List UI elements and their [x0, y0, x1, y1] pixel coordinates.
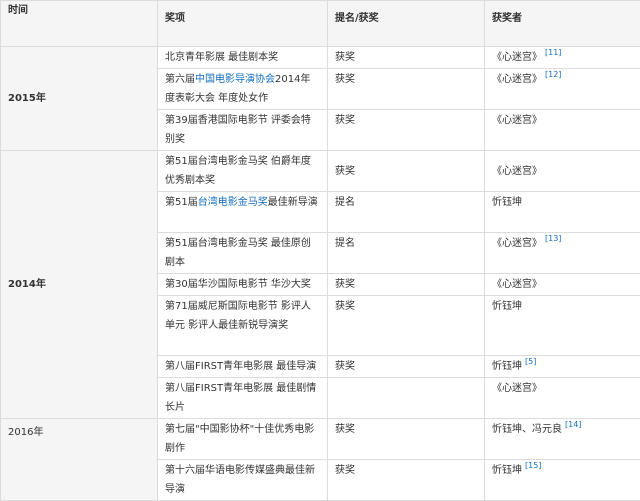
winner-cell: 忻钰坤 [485, 192, 640, 233]
winner-cell: 忻钰坤、冯元良[14] [485, 419, 640, 460]
award-text: 第十六届华语电影传媒盛典最佳新导演 [165, 465, 315, 495]
award-cell: 第51届台湾电影金马奖 最佳原创剧本 [158, 233, 328, 274]
reference-link[interactable]: [5] [525, 357, 536, 366]
status-cell: 获奖 [328, 151, 485, 192]
award-cell: 北京青年影展 最佳剧本奖 [158, 47, 328, 69]
award-text: 第71届威尼斯国际电影节 影评人单元 影评人最佳新锐导演奖 [165, 301, 311, 331]
award-text: 第39届香港国际电影节 评委会特别奖 [165, 115, 311, 145]
winner-text: 《心迷宫》 [492, 166, 542, 177]
winner-cell: 《心迷宫》[11] [485, 47, 640, 69]
winner-cell: 《心迷宫》 [485, 378, 640, 419]
winner-text: 《心迷宫》 [492, 74, 542, 85]
winner-text: 《心迷宫》 [492, 238, 542, 249]
award-text: 第51届台湾电影金马奖 最佳原创剧本 [165, 238, 311, 268]
header-status: 提名/获奖 [328, 1, 485, 47]
winner-text: 忻钰坤 [492, 301, 522, 312]
award-text: 第51届 [165, 197, 198, 208]
status-cell: 获奖 [328, 419, 485, 460]
reference-link[interactable]: [12] [545, 70, 561, 79]
status-cell [328, 378, 485, 419]
winner-text: 忻钰坤 [492, 361, 522, 372]
award-cell: 第十六届华语电影传媒盛典最佳新导演 [158, 460, 328, 501]
award-text: 第八届FIRST青年电影展 最佳剧情长片 [165, 383, 316, 413]
year-cell: 2016年 [1, 419, 158, 501]
winner-text: 《心迷宫》 [492, 383, 542, 394]
reference-link[interactable]: [15] [525, 461, 541, 470]
status-cell: 获奖 [328, 47, 485, 69]
awards-body: 2015年 北京青年影展 最佳剧本奖 获奖 《心迷宫》[11] 第六届中国电影导… [1, 47, 640, 501]
award-cell: 第30届华沙国际电影节 华沙大奖 [158, 274, 328, 296]
winner-cell: 忻钰坤 [485, 296, 640, 356]
status-cell: 获奖 [328, 69, 485, 110]
status-cell: 提名 [328, 192, 485, 233]
status-cell: 获奖 [328, 460, 485, 501]
header-row: 时间 奖项 提名/获奖 获奖者 [1, 1, 640, 47]
header-award: 奖项 [158, 1, 328, 47]
winner-cell: 忻钰坤[5] [485, 356, 640, 378]
winner-text: 《心迷宫》 [492, 115, 542, 126]
table-row: 2015年 北京青年影展 最佳剧本奖 获奖 《心迷宫》[11] [1, 47, 640, 69]
award-cell: 第51届台湾电影金马奖最佳新导演 [158, 192, 328, 233]
status-cell: 获奖 [328, 274, 485, 296]
award-text: 最佳新导演 [268, 197, 318, 208]
award-cell: 第71届威尼斯国际电影节 影评人单元 影评人最佳新锐导演奖 [158, 296, 328, 356]
winner-text: 忻钰坤、冯元良 [492, 424, 562, 435]
winner-text: 《心迷宫》 [492, 279, 542, 290]
winner-cell: 《心迷宫》 [485, 151, 640, 192]
award-text: 北京青年影展 最佳剧本奖 [165, 52, 278, 63]
award-cell: 第51届台湾电影金马奖 伯爵年度优秀剧本奖 [158, 151, 328, 192]
header-year: 时间 [1, 1, 158, 47]
winner-text: 忻钰坤 [492, 197, 522, 208]
winner-cell: 《心迷宫》[13] [485, 233, 640, 274]
awards-table: 时间 奖项 提名/获奖 获奖者 2015年 北京青年影展 最佳剧本奖 获奖 《心… [0, 0, 640, 501]
award-text: 第七届"中国影协杯"十佳优秀电影剧作 [165, 424, 314, 454]
table-row: 2014年 第51届台湾电影金马奖 伯爵年度优秀剧本奖 获奖 《心迷宫》 [1, 151, 640, 192]
reference-link[interactable]: [11] [545, 48, 561, 57]
winner-cell: 《心迷宫》 [485, 110, 640, 151]
award-cell: 第七届"中国影协杯"十佳优秀电影剧作 [158, 419, 328, 460]
winner-cell: 《心迷宫》[12] [485, 69, 640, 110]
winner-text: 《心迷宫》 [492, 52, 542, 63]
award-text: 第30届华沙国际电影节 华沙大奖 [165, 279, 311, 290]
reference-link[interactable]: [13] [545, 234, 561, 243]
header-winner: 获奖者 [485, 1, 640, 47]
award-link[interactable]: 台湾电影金马奖 [198, 197, 268, 208]
award-cell: 第39届香港国际电影节 评委会特别奖 [158, 110, 328, 151]
award-cell: 第八届FIRST青年电影展 最佳导演 [158, 356, 328, 378]
award-cell: 第八届FIRST青年电影展 最佳剧情长片 [158, 378, 328, 419]
award-text: 第八届FIRST青年电影展 最佳导演 [165, 361, 316, 372]
award-link[interactable]: 中国电影导演协会 [195, 74, 275, 85]
winner-cell: 忻钰坤[15] [485, 460, 640, 501]
status-cell: 获奖 [328, 356, 485, 378]
year-cell: 2015年 [1, 47, 158, 151]
winner-text: 忻钰坤 [492, 465, 522, 476]
winner-cell: 《心迷宫》 [485, 274, 640, 296]
reference-link[interactable]: [14] [565, 420, 581, 429]
status-cell: 提名 [328, 233, 485, 274]
table-row: 2016年 第七届"中国影协杯"十佳优秀电影剧作 获奖 忻钰坤、冯元良[14] [1, 419, 640, 460]
award-text: 第六届 [165, 74, 195, 85]
award-cell: 第六届中国电影导演协会2014年度表彰大会 年度处女作 [158, 69, 328, 110]
status-cell: 获奖 [328, 296, 485, 356]
award-text: 第51届台湾电影金马奖 伯爵年度优秀剧本奖 [165, 156, 311, 186]
year-cell: 2014年 [1, 151, 158, 419]
status-cell: 获奖 [328, 110, 485, 151]
